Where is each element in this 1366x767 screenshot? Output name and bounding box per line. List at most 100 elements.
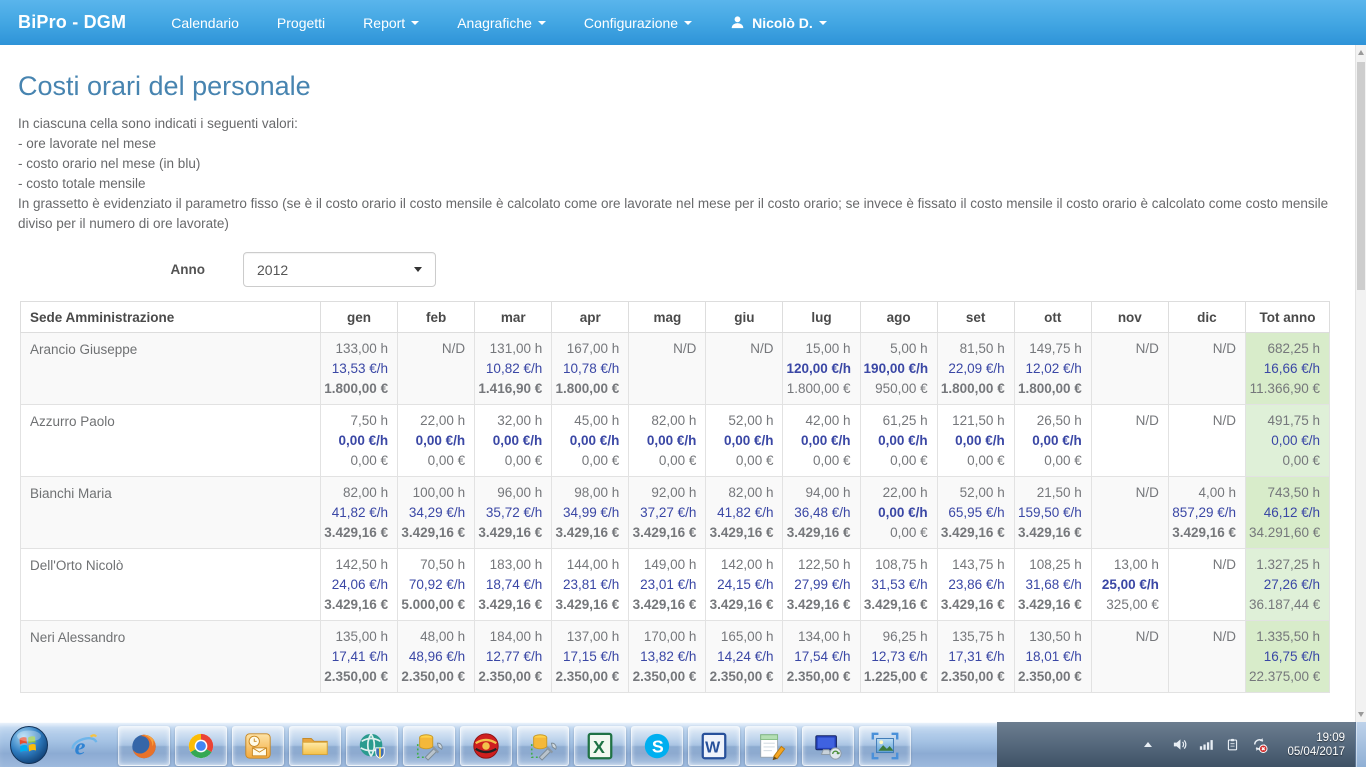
hourly-cost-value: 48,96 €/h	[401, 647, 465, 667]
hourly-cost-value: 70,92 €/h	[401, 575, 465, 595]
nav-item-anagrafiche[interactable]: Anagrafiche	[438, 0, 565, 45]
monthly-cost-value: 3.429,16 €	[555, 523, 619, 543]
word-taskbar-button[interactable]: W	[688, 726, 740, 766]
monthly-cost-value: 1.800,00 €	[941, 379, 1005, 399]
hours-value: 1.327,25 h	[1249, 555, 1320, 575]
month-cell: 7,50 h0,00 €/h0,00 €	[321, 405, 398, 477]
hourly-cost-value: 34,29 €/h	[401, 503, 465, 523]
hourly-cost-value: 120,00 €/h	[786, 359, 850, 379]
monthly-cost-value: 1.416,90 €	[478, 379, 542, 399]
user-icon	[730, 15, 745, 30]
hours-value: 94,00 h	[786, 483, 850, 503]
scrollbar-thumb[interactable]	[1357, 62, 1365, 290]
monthly-cost-value: 0,00 €	[941, 451, 1005, 471]
clock-date: 05/04/2017	[1284, 745, 1345, 759]
remote-desktop-taskbar-button[interactable]	[802, 726, 854, 766]
excel-taskbar-button[interactable]: X	[574, 726, 626, 766]
red-target-app-icon	[471, 731, 501, 761]
firefox-icon	[129, 731, 159, 761]
outlook-taskbar-button[interactable]	[232, 726, 284, 766]
main-nav: Calendario Progetti ReportAnagraficheConfi…	[152, 0, 846, 45]
employee-name: Bianchi Maria	[21, 477, 321, 549]
scroll-up-arrow-icon[interactable]	[1356, 45, 1366, 60]
month-cell: 170,00 h13,82 €/h2.350,00 €	[629, 621, 706, 693]
month-cell: 167,00 h10,78 €/h1.800,00 €	[552, 333, 629, 405]
hours-value: 45,00 h	[555, 411, 619, 431]
network-icon[interactable]	[1199, 737, 1214, 752]
total-cell: 682,25 h16,66 €/h11.366,90 €	[1246, 333, 1330, 405]
scroll-down-arrow-icon[interactable]	[1356, 707, 1366, 722]
column-header-dic: dic	[1168, 302, 1245, 333]
firefox-taskbar-button[interactable]	[118, 726, 170, 766]
monthly-cost-value: 0,00 €	[324, 451, 388, 471]
monthly-cost-value: 3.429,16 €	[786, 523, 850, 543]
column-header-gen: gen	[321, 302, 398, 333]
month-cell: 81,50 h22,09 €/h1.800,00 €	[937, 333, 1014, 405]
month-cell: 142,00 h24,15 €/h3.429,16 €	[706, 549, 783, 621]
nav-item-calendario[interactable]: Calendario	[152, 0, 258, 45]
nav-item-configurazione[interactable]: Configurazione	[565, 0, 711, 45]
hourly-cost-value: 27,99 €/h	[786, 575, 850, 595]
nav-item-label: Progetti	[277, 15, 325, 31]
year-label: Anno	[0, 262, 205, 277]
month-cell: 52,00 h65,95 €/h3.429,16 €	[937, 477, 1014, 549]
monthly-cost-value: 0,00 €	[709, 451, 773, 471]
monthly-cost-value: 2.350,00 €	[941, 667, 1005, 687]
user-menu[interactable]: Nicolò D.	[711, 0, 846, 45]
monthly-cost-value: 3.429,16 €	[709, 523, 773, 543]
outlook-icon	[243, 731, 273, 761]
monthly-cost-value: 950,00 €	[864, 379, 928, 399]
nd-value: N/D	[709, 339, 773, 359]
windows-explorer-taskbar-button[interactable]	[289, 726, 341, 766]
hours-value: 81,50 h	[941, 339, 1005, 359]
nd-value: N/D	[1172, 627, 1236, 647]
month-cell: 82,00 h0,00 €/h0,00 €	[629, 405, 706, 477]
sync-error-icon[interactable]	[1251, 736, 1268, 753]
database-tools-2-taskbar-button[interactable]	[517, 726, 569, 766]
hours-value: 183,00 h	[478, 555, 542, 575]
hourly-cost-value: 36,48 €/h	[786, 503, 850, 523]
year-select-value: 2012	[257, 262, 288, 278]
nav-item-label: Calendario	[171, 15, 239, 31]
page-scrollbar[interactable]	[1355, 45, 1366, 722]
chrome-taskbar-button[interactable]	[175, 726, 227, 766]
hours-value: 108,25 h	[1018, 555, 1082, 575]
hourly-cost-value: 41,82 €/h	[709, 503, 773, 523]
year-select[interactable]: 2012	[243, 252, 436, 287]
security-globe-icon	[357, 731, 387, 761]
nav-item-report[interactable]: Report	[344, 0, 438, 45]
internet-explorer-taskbar-button[interactable]: e	[60, 726, 108, 766]
hours-value: 96,25 h	[864, 627, 928, 647]
nav-item-progetti[interactable]: Progetti	[258, 0, 344, 45]
taskbar-clock[interactable]: 19:09 05/04/2017	[1284, 731, 1350, 759]
svg-text:S: S	[652, 736, 664, 756]
database-tools-taskbar-button[interactable]	[403, 726, 455, 766]
hours-value: 48,00 h	[401, 627, 465, 647]
hidden-icons-icon[interactable]	[1142, 739, 1154, 751]
show-desktop-button[interactable]	[1355, 722, 1366, 767]
screen: BiPro - DGM Calendario Progetti ReportAnag…	[0, 0, 1366, 767]
notepad-editor-taskbar-button[interactable]	[745, 726, 797, 766]
month-cell: N/D	[1168, 549, 1245, 621]
total-cell: 743,50 h46,12 €/h34.291,60 €	[1246, 477, 1330, 549]
month-cell: 61,25 h0,00 €/h0,00 €	[860, 405, 937, 477]
hourly-cost-value: 31,68 €/h	[1018, 575, 1082, 595]
month-cell: 137,00 h17,15 €/h2.350,00 €	[552, 621, 629, 693]
column-header-giu: giu	[706, 302, 783, 333]
security-globe-taskbar-button[interactable]	[346, 726, 398, 766]
app-brand[interactable]: BiPro - DGM	[18, 12, 126, 33]
nd-value: N/D	[1095, 411, 1159, 431]
hourly-cost-value: 0,00 €/h	[1249, 431, 1320, 451]
action-center-icon[interactable]	[1226, 738, 1239, 751]
start-button[interactable]	[9, 725, 49, 765]
monthly-cost-value: 0,00 €	[632, 451, 696, 471]
employee-name: Neri Alessandro	[21, 621, 321, 693]
month-cell: 133,00 h13,53 €/h1.800,00 €	[321, 333, 398, 405]
volume-icon[interactable]	[1172, 737, 1187, 752]
skype-taskbar-button[interactable]: S	[631, 726, 683, 766]
table-row: Neri Alessandro135,00 h17,41 €/h2.350,00…	[21, 621, 1330, 693]
screenshot-tool-taskbar-button[interactable]	[859, 726, 911, 766]
hours-value: 135,75 h	[941, 627, 1005, 647]
month-cell: 4,00 h857,29 €/h3.429,16 €	[1168, 477, 1245, 549]
red-target-app-taskbar-button[interactable]	[460, 726, 512, 766]
